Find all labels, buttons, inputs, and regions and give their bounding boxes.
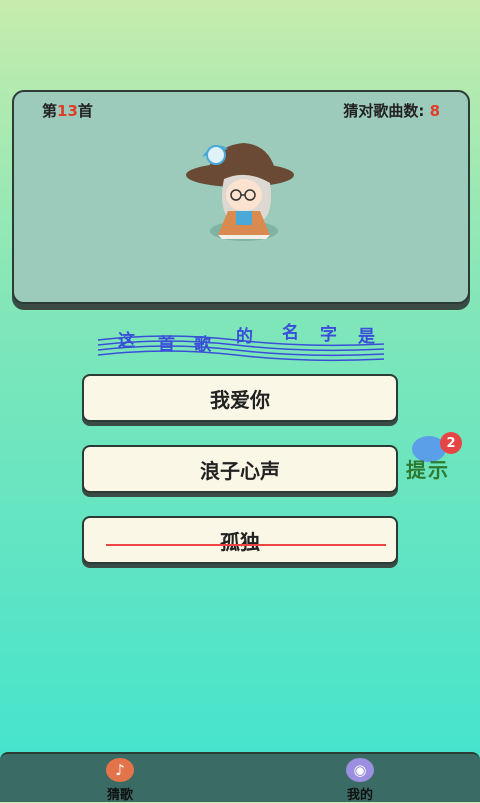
level-indicator: 第13首 [42, 100, 93, 121]
score-label: 猜对歌曲数: [343, 102, 425, 120]
level-number: 13 [57, 102, 78, 120]
nav-guess-song[interactable]: ♪ 猜歌 [90, 756, 150, 803]
score-value: 8 [429, 102, 440, 120]
level-suffix: 首 [77, 102, 93, 120]
answer-option-1[interactable]: 我爱你 [82, 374, 398, 422]
answer-label: 浪子心声 [200, 458, 280, 483]
prompt-char: 这 [118, 331, 135, 351]
answer-option-3-eliminated[interactable]: 孤独 [82, 516, 398, 564]
character-avatar [186, 143, 294, 241]
prompt-char: 是 [358, 327, 375, 347]
prompt-char: 首 [158, 335, 175, 355]
prompt-char: 字 [320, 325, 337, 345]
nav-mine-label: 我的 [346, 788, 373, 803]
eliminated-strike-line [106, 544, 386, 546]
prompt-char: 的 [236, 327, 253, 347]
nav-mine[interactable]: ◉ 我的 [330, 756, 390, 803]
prompt-char: 名 [282, 323, 299, 343]
song-card: 第13首 猜对歌曲数: 8 [12, 90, 470, 304]
answer-option-2[interactable]: 浪子心声 [82, 445, 398, 493]
prompt-char: 歌 [194, 335, 211, 355]
nav-guess-label: 猜歌 [106, 788, 133, 803]
answer-label: 孤独 [220, 529, 260, 554]
bottom-nav: ♪ 猜歌 ◉ 我的 [0, 752, 480, 803]
hint-count-badge: 2 [440, 432, 462, 454]
profile-icon: ◉ [346, 758, 374, 782]
music-note-icon: ♪ [106, 758, 134, 782]
answer-label: 我爱你 [210, 387, 270, 412]
hint-button[interactable]: 2 提示 [404, 432, 470, 482]
question-prompt: 这 首 歌 的 名 字 是 [96, 318, 386, 368]
hint-label: 提示 [406, 458, 450, 482]
score-indicator: 猜对歌曲数: 8 [343, 100, 440, 121]
level-prefix: 第 [42, 102, 58, 120]
